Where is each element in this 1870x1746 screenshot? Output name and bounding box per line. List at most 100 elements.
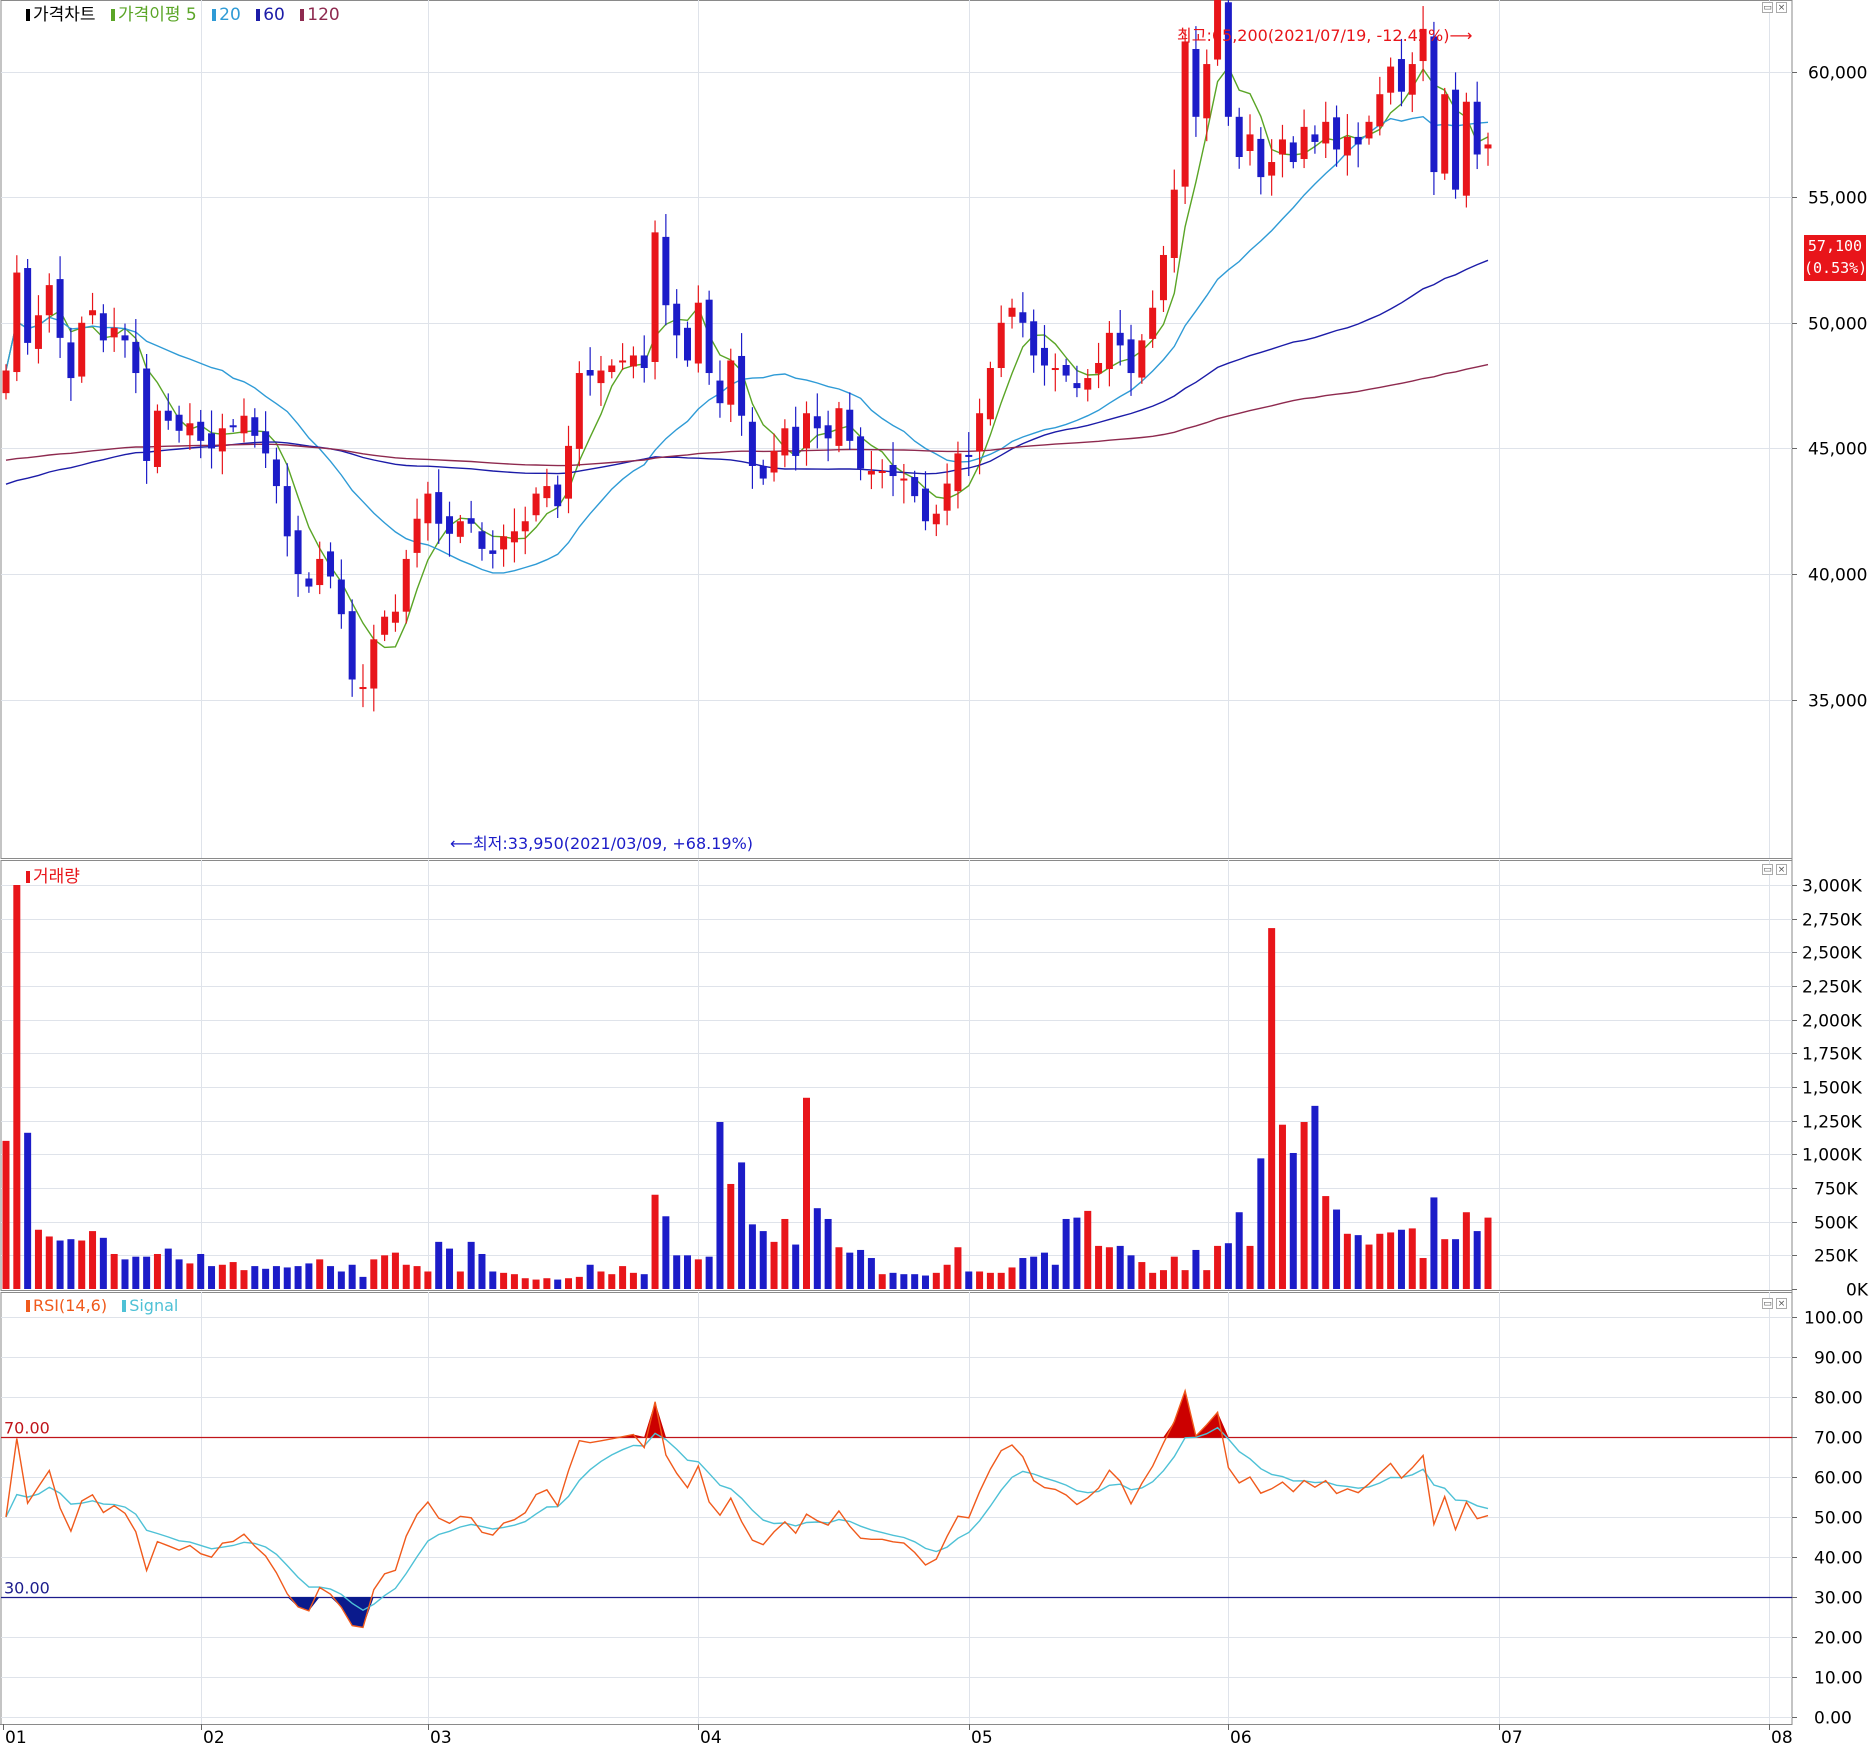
volume-bar xyxy=(229,1262,237,1289)
volume-bar xyxy=(1278,1124,1286,1289)
volume-bar xyxy=(186,1263,194,1289)
volume-bar xyxy=(89,1231,97,1289)
volume-bar xyxy=(1473,1231,1481,1289)
candle-body xyxy=(510,531,518,543)
volume-bar xyxy=(900,1274,908,1289)
candle-body xyxy=(316,558,324,586)
volume-panel-close-button[interactable]: × xyxy=(1776,864,1787,875)
volume-bar xyxy=(240,1270,248,1289)
x-tick-label: 07 xyxy=(1501,1728,1523,1746)
candle-body xyxy=(1289,142,1297,163)
volume-bar xyxy=(1397,1229,1405,1289)
stock-chart-svg[interactable]: 70.0030.00 010203040506070865,00060,0005… xyxy=(0,0,1870,1746)
ma20-line xyxy=(5,115,1489,574)
volume-bar xyxy=(738,1162,746,1289)
candle-body xyxy=(727,360,735,405)
candle-body xyxy=(186,423,194,436)
candle-body xyxy=(1333,117,1341,150)
candle-body xyxy=(1376,94,1384,127)
candle-body xyxy=(1084,378,1092,390)
volume-bar xyxy=(283,1267,291,1289)
candle-body xyxy=(662,236,670,306)
candle-body xyxy=(1257,138,1265,178)
volume-panel-minimize-button[interactable]: ▭ xyxy=(1762,864,1773,875)
volume-bar xyxy=(478,1253,486,1289)
current-price-badge: 57,100 (0.53%) xyxy=(1804,235,1867,281)
candle-body xyxy=(121,335,129,341)
rsi-panel-minimize-button[interactable]: ▭ xyxy=(1762,1298,1773,1309)
high-price-annotation: 최고:65,200(2021/07/19, -12.42%)⟶ xyxy=(1177,26,1473,45)
candle-body xyxy=(208,433,216,449)
signal-swatch xyxy=(122,1300,127,1312)
volume-bar xyxy=(121,1259,129,1289)
x-tick-label: 04 xyxy=(700,1728,722,1746)
volume-bar xyxy=(684,1255,692,1289)
candle-body xyxy=(532,493,540,516)
volume-bar xyxy=(1484,1217,1492,1289)
volume-bar xyxy=(251,1266,259,1289)
volume-bar xyxy=(997,1272,1005,1289)
candle-body xyxy=(976,413,984,452)
candle-body xyxy=(89,310,97,316)
volume-bar xyxy=(175,1259,183,1289)
candle-body xyxy=(1278,139,1286,155)
candle-body xyxy=(1343,136,1351,156)
candle-body xyxy=(673,303,681,336)
candle-body xyxy=(489,550,497,554)
volume-bar xyxy=(824,1218,832,1289)
price-panel-close-button[interactable]: × xyxy=(1776,2,1787,13)
volume-bar xyxy=(510,1274,518,1289)
volume-bar xyxy=(1235,1212,1243,1289)
candle-body xyxy=(402,558,410,612)
volume-tick-label: 2,750K xyxy=(1802,911,1863,931)
candle-body xyxy=(305,578,313,587)
rsi-legend-label: RSI(14,6) xyxy=(33,1296,108,1315)
candle-body xyxy=(1040,347,1048,366)
candle-body xyxy=(229,425,237,428)
candles xyxy=(2,0,1492,712)
volume-bar xyxy=(413,1266,421,1289)
candle-body xyxy=(1203,64,1211,119)
volume-tick-label: 1,250K xyxy=(1802,1113,1863,1133)
candle-body xyxy=(1062,365,1070,376)
volume-bar xyxy=(673,1255,681,1289)
volume-bar xyxy=(1040,1252,1048,1289)
volume-bar xyxy=(1170,1256,1178,1289)
candle-body xyxy=(1105,332,1113,370)
volume-bar xyxy=(1354,1235,1362,1289)
volume-bar xyxy=(391,1252,399,1289)
volume-bar xyxy=(1365,1244,1373,1289)
volume-bar xyxy=(976,1271,984,1289)
candle-body xyxy=(651,232,659,362)
rsi-panel-close-button[interactable]: × xyxy=(1776,1298,1787,1309)
panel-frame-1 xyxy=(0,860,1793,1291)
volume-bar xyxy=(857,1249,865,1289)
rsi-line xyxy=(5,1388,1489,1629)
volume-bar xyxy=(381,1255,389,1289)
rsi-series: 70.00 30.00 xyxy=(1,1388,1792,1629)
volume-bar xyxy=(1462,1212,1470,1289)
candle-body xyxy=(705,299,713,374)
volume-bar xyxy=(1430,1197,1438,1289)
candle-body xyxy=(1462,101,1470,196)
candle-body xyxy=(1138,340,1146,378)
volume-tick-label: 1,000K xyxy=(1802,1146,1863,1166)
volume-bar xyxy=(802,1097,810,1289)
price-panel-minimize-button[interactable]: ▭ xyxy=(1762,2,1773,13)
price-tick-label: 45,000 xyxy=(1808,440,1867,460)
volume-tick-label: 250K xyxy=(1814,1247,1858,1267)
volume-bar xyxy=(327,1266,335,1289)
rsi-tick-label: 50.00 xyxy=(1814,1509,1863,1529)
ma60-swatch xyxy=(256,9,261,21)
volume-bar xyxy=(835,1247,843,1289)
candle-body xyxy=(748,421,756,466)
rsi-tick-label: 10.00 xyxy=(1814,1669,1863,1689)
candle-body xyxy=(619,360,627,363)
axis-labels: 010203040506070865,00060,00055,00050,000… xyxy=(3,64,1869,1746)
volume-bar xyxy=(294,1266,302,1289)
candle-body xyxy=(446,516,454,534)
ma120-swatch xyxy=(300,9,305,21)
rsi-tick-label: 70.00 xyxy=(1814,1429,1863,1449)
volume-bar xyxy=(1300,1122,1308,1289)
candle-body xyxy=(802,413,810,449)
